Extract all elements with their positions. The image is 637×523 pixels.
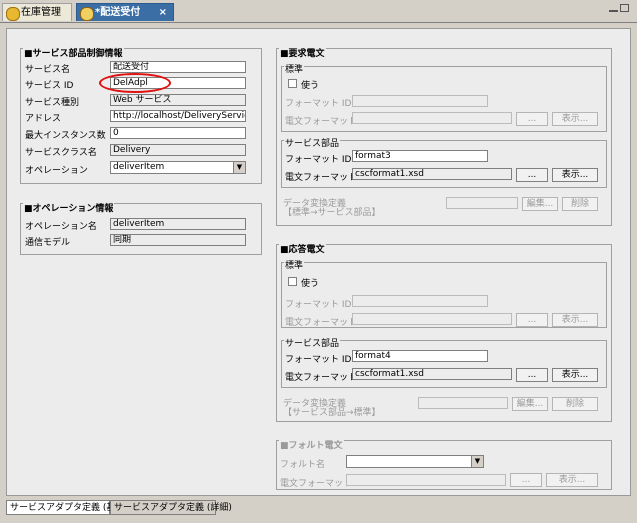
close-icon[interactable]: × <box>159 4 167 22</box>
address-field[interactable]: http://localhost/DeliveryServiceWe <box>110 110 246 122</box>
request-message-title: ■要求電文 <box>279 46 326 59</box>
service-type-label: サービス種別 <box>25 98 80 108</box>
response-conv-label-2: 【サービス部品→標準】 <box>283 408 381 418</box>
tab-label: *配送受付 <box>95 7 141 18</box>
request-service-title: サービス部品 <box>284 136 341 149</box>
request-display-button[interactable]: 表示... <box>552 112 598 126</box>
response-svc-format-id-label: フォーマット ID <box>285 355 352 365</box>
fault-browse-button[interactable]: ... <box>510 473 542 487</box>
response-use-label: 使う <box>301 279 320 289</box>
adapter-icon <box>80 7 94 21</box>
response-svc-browse-button[interactable]: ... <box>516 368 548 382</box>
request-svc-msg-format-label: 電文フォーマット <box>285 173 358 183</box>
fault-msg-format-field <box>346 474 506 486</box>
request-standard-title: 標準 <box>284 62 305 75</box>
comm-model-label: 通信モデル <box>25 238 71 248</box>
fault-name-dropdown: ▼ <box>346 455 484 468</box>
maximize-icon[interactable] <box>620 4 629 12</box>
response-format-id-label: フォーマット ID <box>285 300 352 310</box>
fault-msg-format-label: 電文フォーマット <box>280 479 353 489</box>
comm-model-field: 同期 <box>110 234 246 246</box>
response-message-title: ■応答電文 <box>279 242 326 255</box>
response-svc-msg-format-label: 電文フォーマット <box>285 373 358 383</box>
operation-name-label: オペレーション名 <box>25 222 97 232</box>
service-id-label: サービス ID <box>25 81 74 91</box>
service-control-title: ■サービス部品制御情報 <box>23 46 124 59</box>
request-format-id-field <box>352 95 488 107</box>
minimize-icon[interactable] <box>609 4 618 12</box>
chevron-down-icon: ▼ <box>471 456 483 467</box>
request-use-checkbox[interactable] <box>288 79 297 88</box>
request-browse-button[interactable]: ... <box>516 112 548 126</box>
operation-label: オペレーション <box>25 166 88 176</box>
request-edit-button[interactable]: 編集... <box>522 197 558 211</box>
response-standard-title: 標準 <box>284 258 305 271</box>
request-conv-label-2: 【標準→サービス部品】 <box>283 208 381 218</box>
response-conv-field <box>418 397 508 409</box>
operation-name-field: deliverItem <box>110 218 246 230</box>
request-conv-field <box>446 197 518 209</box>
max-instances-field[interactable]: 0 <box>110 127 246 139</box>
fault-display-button[interactable]: 表示... <box>546 473 598 487</box>
tab-adapter-basic[interactable]: サービスアダプタ定義 (基本) <box>6 500 128 515</box>
service-class-label: サービスクラス名 <box>25 148 97 158</box>
response-svc-format-id-field[interactable]: format4 <box>352 350 488 362</box>
fault-name-label: フォルト名 <box>280 460 326 470</box>
response-service-title: サービス部品 <box>284 336 341 349</box>
request-msg-format-label: 電文フォーマット <box>285 117 358 127</box>
max-instances-label: 最大インスタンス数 <box>25 131 106 141</box>
operation-dropdown-value: deliverItem <box>113 162 165 172</box>
response-edit-button[interactable]: 編集... <box>512 397 548 411</box>
request-svc-browse-button[interactable]: ... <box>516 168 548 182</box>
project-icon <box>6 7 20 21</box>
response-browse-button[interactable]: ... <box>516 313 548 327</box>
response-msg-format-label: 電文フォーマット <box>285 318 358 328</box>
request-msg-format-field <box>352 112 512 124</box>
response-display-button[interactable]: 表示... <box>552 313 598 327</box>
window-controls <box>607 4 633 14</box>
tab-adapter-detail[interactable]: サービスアダプタ定義 (詳細) <box>110 500 232 515</box>
request-svc-format-id-label: フォーマット ID <box>285 155 352 165</box>
request-delete-button[interactable]: 削除 <box>562 197 598 211</box>
service-name-field[interactable]: 配送受付 <box>110 61 246 73</box>
response-format-id-field <box>352 295 488 307</box>
operation-info-title: ■オペレーション情報 <box>23 201 115 214</box>
request-format-id-label: フォーマット ID <box>285 99 352 109</box>
highlight-circle <box>99 73 171 93</box>
address-label: アドレス <box>25 114 62 124</box>
tab-inventory-management[interactable]: 在庫管理 <box>2 3 72 21</box>
service-class-field: Delivery <box>110 144 246 156</box>
response-use-checkbox[interactable] <box>288 277 297 286</box>
response-svc-display-button[interactable]: 表示... <box>552 368 598 382</box>
response-delete-button[interactable]: 削除 <box>552 397 598 411</box>
response-msg-format-field <box>352 313 512 325</box>
tab-delivery-reception[interactable]: *配送受付 × <box>76 3 174 21</box>
request-svc-display-button[interactable]: 表示... <box>552 168 598 182</box>
chevron-down-icon[interactable]: ▼ <box>233 162 245 173</box>
operation-dropdown[interactable]: deliverItem ▼ <box>110 161 246 174</box>
editor-tab-bar: 在庫管理 *配送受付 × <box>0 0 637 23</box>
response-svc-msg-format-field: cscformat1.xsd <box>352 368 512 380</box>
request-svc-format-id-field[interactable]: format3 <box>352 150 488 162</box>
service-type-field: Web サービス <box>110 94 246 106</box>
request-svc-msg-format-field: cscformat1.xsd <box>352 168 512 180</box>
request-use-label: 使う <box>301 81 320 91</box>
fault-message-title: ■フォルト電文 <box>279 438 344 451</box>
tab-label: 在庫管理 <box>21 7 61 18</box>
service-name-label: サービス名 <box>25 65 71 75</box>
